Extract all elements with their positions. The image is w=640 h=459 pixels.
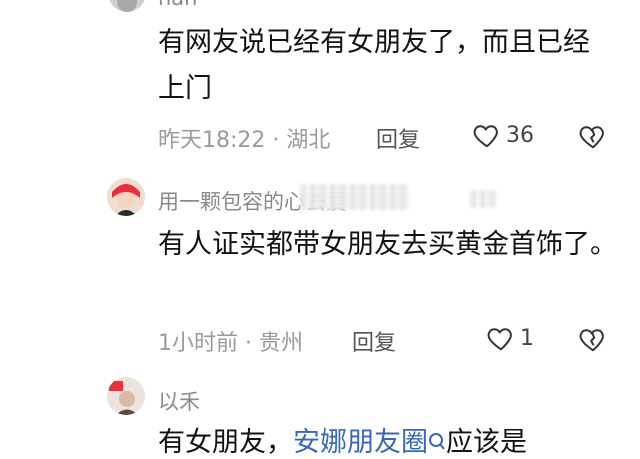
avatar-image	[107, 377, 145, 415]
separator: ·	[272, 128, 280, 153]
reply-button[interactable]: 回复	[376, 122, 420, 154]
comment-text: 有人证实都带女朋友去买黄金首饰了。	[158, 229, 617, 260]
avatar[interactable]	[107, 377, 145, 415]
avatar-image	[109, 0, 145, 12]
timestamp: 昨天18:22	[158, 128, 266, 153]
username[interactable]: nan	[158, 0, 198, 10]
comment-meta: 1小时前 · 贵州	[158, 325, 303, 357]
comment-text: 有女朋友，安娜朋友圈 应该是	[158, 420, 527, 459]
username-blur-mask	[300, 184, 410, 210]
location: 湖北	[286, 128, 331, 153]
comment-text: 有网友说已经有女朋友了，而且已经上门	[158, 27, 590, 104]
avatar[interactable]	[108, 0, 146, 12]
location: 贵州	[259, 331, 304, 356]
like-count: 36	[506, 122, 534, 148]
search-icon[interactable]	[428, 431, 446, 453]
username[interactable]: 以禾	[158, 386, 200, 416]
broken-heart-icon[interactable]	[578, 324, 608, 354]
like-count: 1	[520, 325, 534, 351]
broken-heart-icon[interactable]	[578, 121, 608, 151]
reply-button[interactable]: 回复	[352, 325, 396, 357]
like-button[interactable]: 36	[472, 120, 534, 150]
comment-meta: 昨天18:22 · 湖北	[158, 122, 330, 154]
separator: ·	[245, 331, 252, 356]
timestamp: 1小时前	[158, 331, 238, 356]
username-blur-mask	[470, 190, 496, 208]
avatar-image	[107, 178, 145, 216]
avatar[interactable]	[107, 178, 145, 216]
like-button[interactable]: 1	[486, 323, 534, 353]
heart-outline-icon	[473, 125, 498, 148]
heart-outline-icon	[487, 328, 512, 351]
